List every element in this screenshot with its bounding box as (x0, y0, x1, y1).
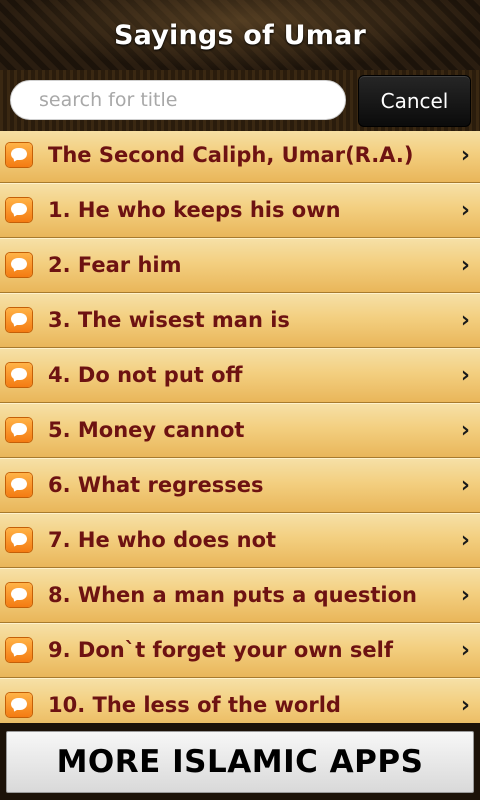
list-item[interactable]: 3. The wisest man is › (0, 293, 480, 348)
speech-bubble-icon (6, 528, 32, 552)
list-item-label: 4. Do not put off (48, 363, 243, 387)
chevron-right-icon: › (460, 308, 470, 333)
search-input[interactable] (10, 80, 346, 120)
list-item-label: 8. When a man puts a question (48, 583, 417, 607)
app-header: Sayings of Umar (0, 0, 480, 70)
more-islamic-apps-button[interactable]: MORE ISLAMIC APPS (6, 731, 474, 793)
list-item-label: 3. The wisest man is (48, 308, 290, 332)
speech-bubble-icon (6, 143, 32, 167)
list-item-label: 1. He who keeps his own (48, 198, 341, 222)
list-item-label: 2. Fear him (48, 253, 182, 277)
list-item[interactable]: 4. Do not put off › (0, 348, 480, 403)
speech-bubble-icon (6, 418, 32, 442)
chevron-right-icon: › (460, 583, 470, 608)
list-item[interactable]: The Second Caliph, Umar(R.A.) › (0, 131, 480, 183)
list-item-label: 5. Money cannot (48, 418, 245, 442)
speech-bubble-icon (6, 363, 32, 387)
list-item[interactable]: 8. When a man puts a question › (0, 568, 480, 623)
list-item[interactable]: 5. Money cannot › (0, 403, 480, 458)
speech-bubble-icon (6, 693, 32, 717)
list-item-label: 6. What regresses (48, 473, 264, 497)
chevron-right-icon: › (460, 363, 470, 388)
chevron-right-icon: › (460, 143, 470, 168)
speech-bubble-icon (6, 473, 32, 497)
speech-bubble-icon (6, 638, 32, 662)
sayings-list: The Second Caliph, Umar(R.A.) › 1. He wh… (0, 131, 480, 723)
speech-bubble-icon (6, 198, 32, 222)
list-item-label: 10. The less of the world (48, 693, 341, 717)
list-item[interactable]: 7. He who does not › (0, 513, 480, 568)
speech-bubble-icon (6, 253, 32, 277)
chevron-right-icon: › (460, 418, 470, 443)
list-item-label: The Second Caliph, Umar(R.A.) (48, 143, 414, 167)
chevron-right-icon: › (460, 253, 470, 278)
cancel-button[interactable]: Cancel (358, 75, 471, 127)
list-item[interactable]: 2. Fear him › (0, 238, 480, 293)
speech-bubble-icon (6, 308, 32, 332)
chevron-right-icon: › (460, 473, 470, 498)
list-item-label: 9. Don`t forget your own self (48, 638, 394, 662)
list-item[interactable]: 1. He who keeps his own › (0, 183, 480, 238)
list-item[interactable]: 10. The less of the world › (0, 678, 480, 723)
chevron-right-icon: › (460, 638, 470, 663)
list-item[interactable]: 9. Don`t forget your own self › (0, 623, 480, 678)
chevron-right-icon: › (460, 693, 470, 718)
chevron-right-icon: › (460, 528, 470, 553)
chevron-right-icon: › (460, 198, 470, 223)
page-title: Sayings of Umar (114, 19, 366, 51)
list-item[interactable]: 6. What regresses › (0, 458, 480, 513)
list-item-label: 7. He who does not (48, 528, 277, 552)
speech-bubble-icon (6, 583, 32, 607)
